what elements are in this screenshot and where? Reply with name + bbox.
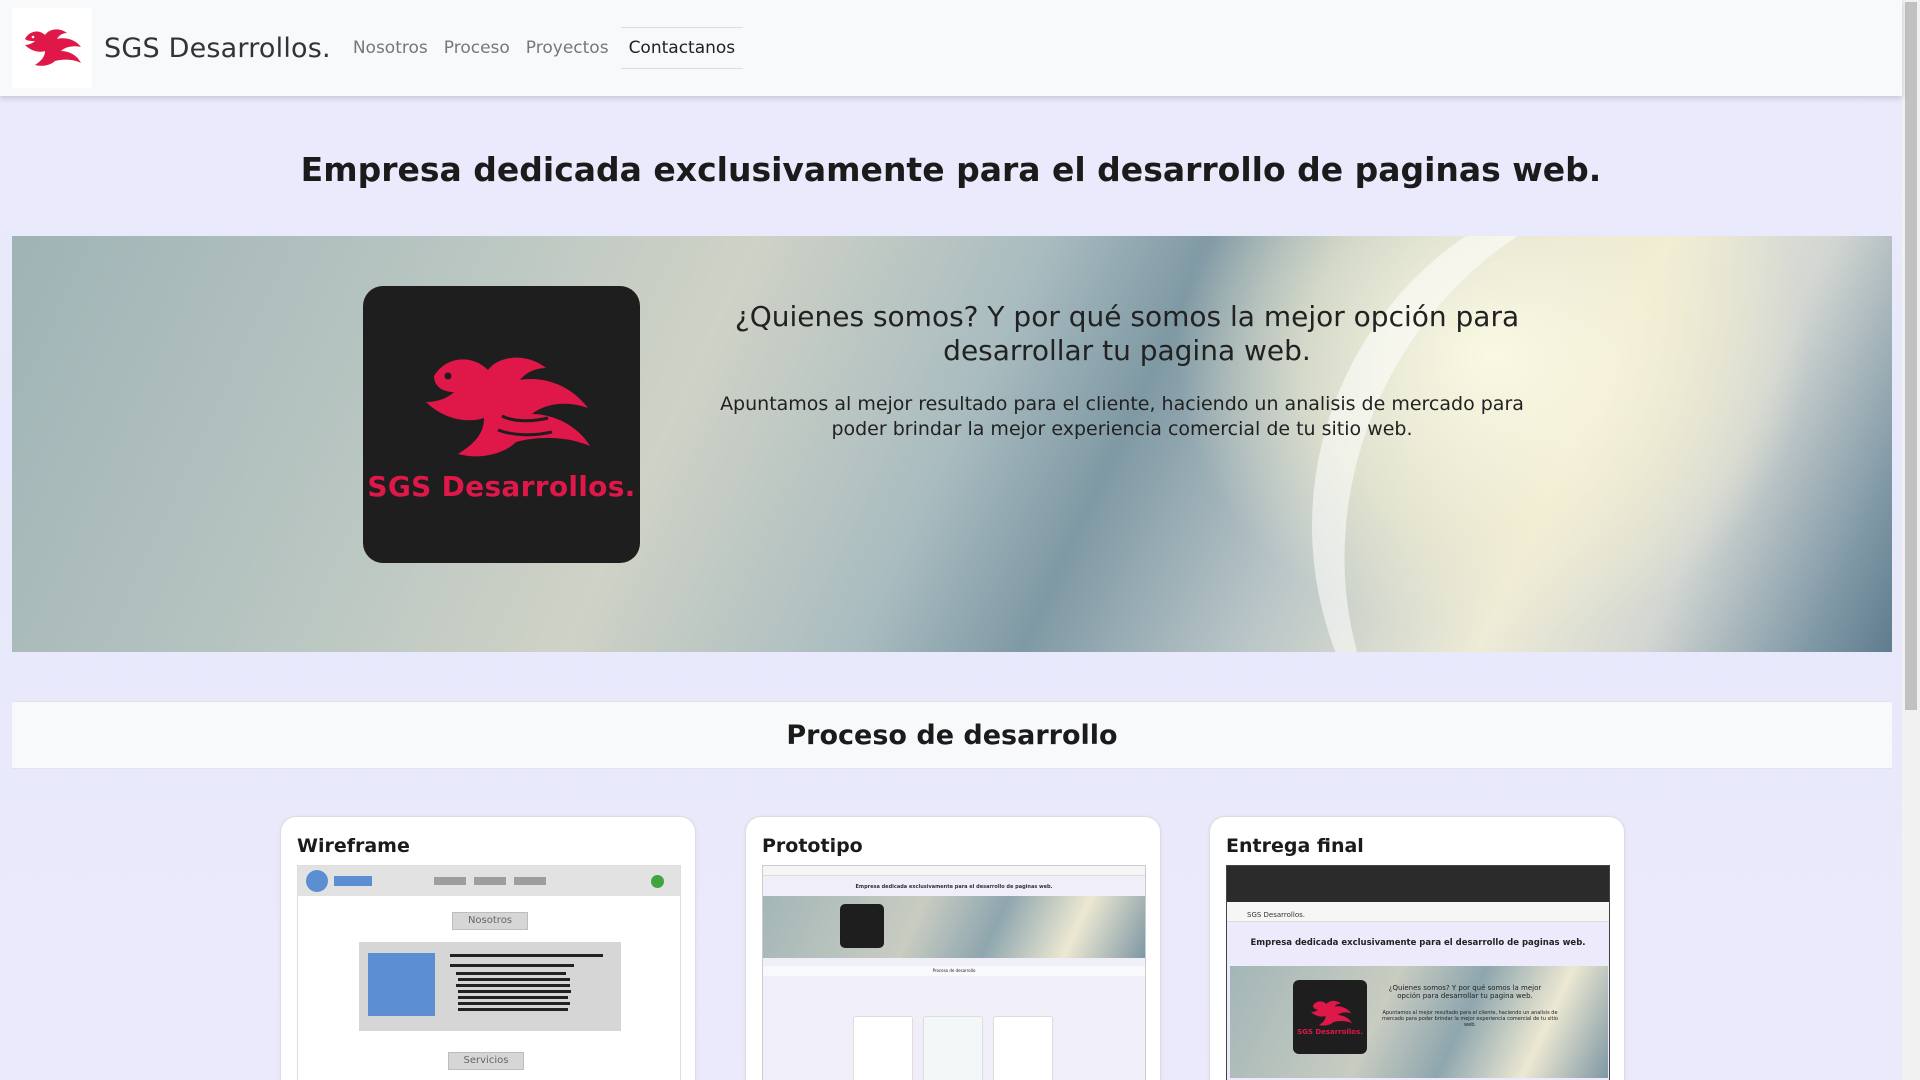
phoenix-logo-icon bbox=[1311, 1000, 1352, 1026]
wireframe-text-line bbox=[456, 984, 570, 987]
prototype-card bbox=[853, 1016, 913, 1080]
hero-text: Apuntamos al mejor resultado para el cli… bbox=[720, 393, 1524, 440]
phoenix-logo-icon bbox=[25, 29, 81, 66]
wireframe-link-placeholder bbox=[434, 877, 466, 885]
prototype-section-title: Proceso de desarrollo bbox=[763, 966, 1145, 976]
brand-logo[interactable] bbox=[12, 8, 92, 88]
wireframe-link-placeholder bbox=[474, 877, 506, 885]
page-scrollbar[interactable] bbox=[1902, 0, 1920, 1080]
prototype-hero bbox=[763, 896, 1145, 958]
wireframe-text-line bbox=[450, 954, 603, 957]
wireframe-link-placeholder bbox=[514, 877, 546, 885]
nav-links: Nosotros Proceso Proyectos Contactanos bbox=[345, 0, 744, 96]
wireframe-text-line bbox=[458, 978, 570, 981]
nav-link-contactanos[interactable]: Contactanos bbox=[620, 27, 744, 69]
prototype-card bbox=[923, 1016, 983, 1080]
card-title: Prototipo bbox=[762, 835, 863, 857]
hero-background-wave bbox=[1196, 236, 1892, 652]
final-hero: SGS Desarrollos. ¿Quienes somos? Y por q… bbox=[1230, 966, 1608, 1078]
final-headline: Empresa dedicada exclusivamente para el … bbox=[1250, 938, 1586, 948]
hero-logo: SGS Desarrollos. bbox=[363, 286, 640, 563]
final-hero-title: ¿Quienes somos? Y por qué somos la mejor… bbox=[1388, 984, 1542, 1000]
phoenix-logo-icon bbox=[425, 357, 590, 457]
final-logo-text: SGS Desarrollos. bbox=[1297, 1028, 1363, 1036]
final-logo: SGS Desarrollos. bbox=[1293, 980, 1367, 1054]
scrollbar-thumb[interactable] bbox=[1905, 2, 1917, 710]
prototype-headline: Empresa dedicada exclusivamente para el … bbox=[855, 884, 1053, 890]
wireframe-text-line bbox=[458, 996, 568, 999]
wireframe-brand-placeholder bbox=[334, 876, 372, 886]
wireframe-navbar bbox=[298, 866, 680, 896]
wireframe-text-line bbox=[458, 1002, 570, 1005]
final-hero-text: Apuntamos al mejor resultado para el cli… bbox=[1382, 1010, 1558, 1028]
prototype-logo bbox=[840, 904, 884, 948]
final-brand: SGS Desarrollos. bbox=[1247, 911, 1305, 919]
hero-title: ¿Quienes somos? Y por qué somos la mejor… bbox=[734, 300, 1520, 367]
wireframe-text-line bbox=[450, 964, 574, 967]
hero-logo-text: SGS Desarrollos. bbox=[367, 470, 636, 503]
prototype-navbar bbox=[763, 866, 1145, 876]
card-wireframe[interactable]: Wireframe Nosotros Servicios bbox=[280, 816, 696, 1080]
final-navbar: SGS Desarrollos. bbox=[1227, 902, 1609, 922]
process-section-title: Proceso de desarrollo bbox=[12, 701, 1892, 769]
wireframe-logo-placeholder bbox=[306, 870, 328, 892]
wireframe-text-line bbox=[458, 1008, 568, 1011]
card-title: Entrega final bbox=[1226, 835, 1364, 857]
card-entrega-final[interactable]: Entrega final SGS Desarrollos. Empresa d… bbox=[1209, 816, 1625, 1080]
prototype-card bbox=[993, 1016, 1053, 1080]
wireframe-text-line bbox=[456, 972, 566, 975]
wireframe-section-tab: Nosotros bbox=[452, 912, 528, 930]
card-prototipo[interactable]: Prototipo Empresa dedicada exclusivament… bbox=[745, 816, 1161, 1080]
wireframe-status-dot bbox=[651, 875, 664, 888]
brand-name[interactable]: SGS Desarrollos. bbox=[104, 33, 331, 64]
nav-link-proyectos[interactable]: Proyectos bbox=[518, 27, 617, 69]
wireframe-image: Nosotros Servicios bbox=[297, 865, 681, 1080]
card-title: Wireframe bbox=[297, 835, 410, 857]
wireframe-text-line bbox=[458, 990, 571, 993]
final-delivery-image: SGS Desarrollos. Empresa dedicada exclus… bbox=[1226, 865, 1610, 1080]
navbar: SGS Desarrollos. Nosotros Proceso Proyec… bbox=[0, 0, 1902, 96]
page-headline: Empresa dedicada exclusivamente para el … bbox=[300, 150, 1602, 189]
hero-section: SGS Desarrollos. ¿Quienes somos? Y por q… bbox=[12, 236, 1892, 652]
wireframe-content-box bbox=[359, 942, 621, 1031]
wireframe-image-placeholder bbox=[368, 953, 435, 1016]
wireframe-section-tab: Servicios bbox=[448, 1052, 524, 1070]
nav-link-nosotros[interactable]: Nosotros bbox=[345, 27, 436, 69]
nav-link-proceso[interactable]: Proceso bbox=[436, 27, 518, 69]
prototype-image: Empresa dedicada exclusivamente para el … bbox=[762, 865, 1146, 1080]
browser-chrome bbox=[1227, 866, 1609, 902]
